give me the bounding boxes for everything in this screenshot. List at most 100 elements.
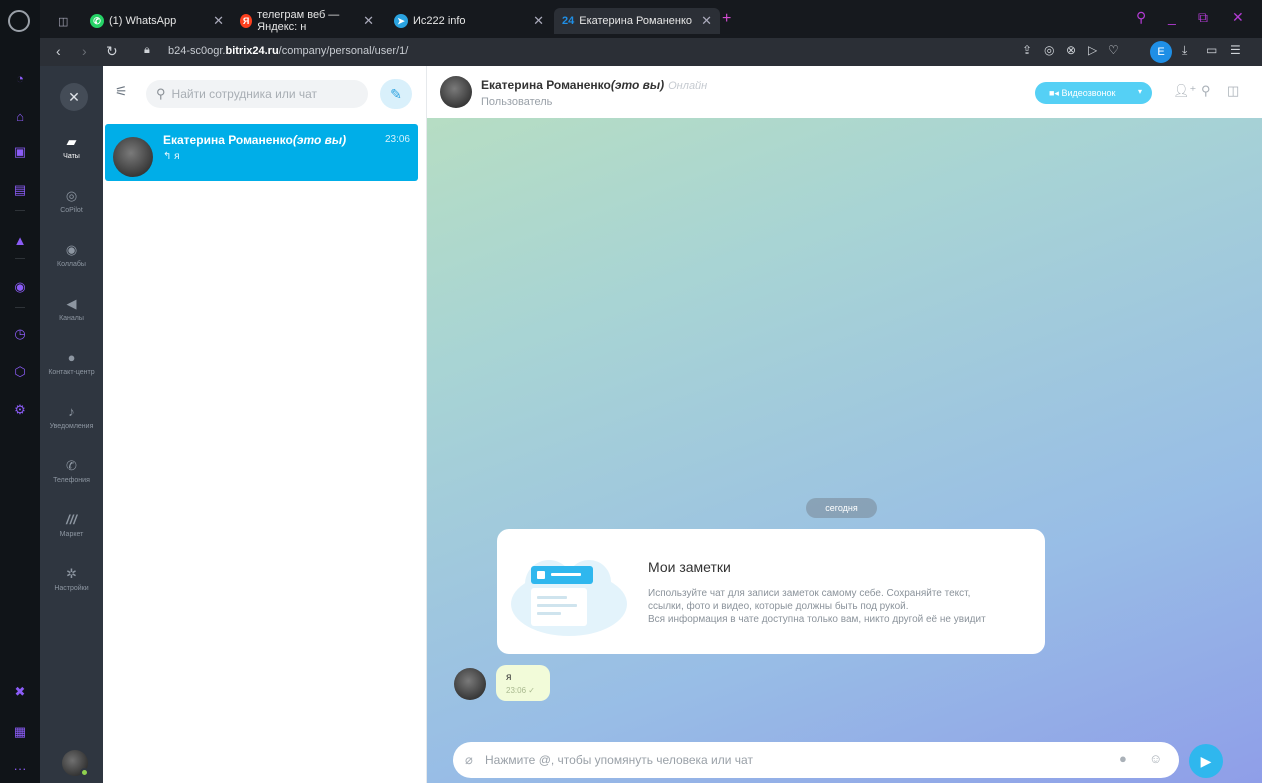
attach-icon[interactable]: ⌀	[465, 752, 473, 768]
close-tab-icon[interactable]: ✕	[213, 13, 224, 29]
send-icon: ▶	[1200, 752, 1212, 769]
tab-yandex[interactable]: Я телеграм веб — Яндекс: н ✕	[232, 8, 382, 34]
nav-item-market[interactable]: /// Маркет	[40, 512, 103, 538]
tab-islands-icon[interactable]: ◫	[50, 8, 78, 34]
emoji-icon[interactable]: ☺	[1149, 751, 1162, 766]
nav-item-channels[interactable]: ◀ Каналы	[40, 296, 103, 322]
market-icon: ///	[66, 512, 77, 527]
chat-time: 23:06	[384, 134, 410, 145]
profile-avatar[interactable]: E	[1150, 41, 1172, 63]
bitrix24-icon: 24	[562, 15, 575, 27]
chevron-down-icon[interactable]: ▾	[1138, 87, 1142, 96]
notes-line: Используйте чат для записи заметок самом…	[648, 588, 971, 599]
more-icon[interactable]: ···	[0, 756, 40, 780]
video-call-button[interactable]: ■◂ Видеозвонок ▾	[1035, 82, 1152, 104]
chat-last-text: я	[174, 151, 180, 162]
aria-icon[interactable]: ◔	[0, 66, 40, 90]
new-tab-icon[interactable]: +	[722, 10, 731, 28]
nav-label: CoPilot	[60, 207, 83, 214]
copilot-icon: ◎	[65, 188, 78, 203]
sticker-icon[interactable]: ●	[1119, 751, 1127, 766]
easy-setup-icon[interactable]: ☰	[1230, 43, 1241, 57]
close-tab-icon[interactable]: ✕	[533, 13, 544, 29]
tab-whatsapp[interactable]: ✆ (1) WhatsApp ✕	[82, 8, 232, 34]
restore-icon[interactable]: ⧉	[1198, 9, 1208, 26]
online-indicator	[80, 768, 89, 777]
nav-item-collabs[interactable]: ◉ Коллабы	[40, 242, 103, 268]
search-tabs-icon[interactable]: ⚲	[1136, 9, 1146, 26]
notes-line: ссылки, фото и видео, которые должны быт…	[648, 601, 909, 612]
chat-last-message: ↰ я	[163, 151, 180, 162]
download-icon[interactable]: ⤓	[1182, 43, 1187, 58]
forward-icon[interactable]: ›	[82, 43, 87, 59]
settings-icon[interactable]: ⚙	[0, 398, 40, 422]
flow-icon[interactable]: ▷	[1088, 43, 1097, 57]
message-input[interactable]	[485, 750, 1085, 770]
divider	[15, 210, 25, 211]
current-user-avatar[interactable]	[62, 750, 89, 777]
phone-icon: ✆	[66, 458, 77, 473]
tab-telegram[interactable]: ➤ Ис222 info ✕	[386, 8, 552, 34]
date-divider: сегодня	[806, 498, 877, 518]
tab-bitrix[interactable]: 24 Екатерина Романенко ✕	[554, 8, 720, 34]
messenger-nav: ✕ ▰ Чаты ◎ CoPilot ◉ Коллабы ◀ Каналы ● …	[40, 66, 103, 783]
workspace-icon[interactable]: ▤	[0, 178, 40, 202]
history-icon[interactable]: ◷	[0, 322, 40, 346]
send-button[interactable]: ▶	[1189, 744, 1223, 778]
bitrix-app: ✕ ▰ Чаты ◎ CoPilot ◉ Коллабы ◀ Каналы ● …	[40, 66, 1262, 783]
search-box[interactable]: ⚲ Найти сотрудника или чат	[146, 80, 368, 108]
search-icon[interactable]: ⚲	[1201, 83, 1211, 99]
reload-icon[interactable]: ↻	[106, 43, 118, 60]
url-domain: bitrix24.ru	[225, 45, 279, 57]
minimize-icon[interactable]: _	[1168, 9, 1176, 25]
add-user-icon[interactable]: 👤︎⁺	[1173, 83, 1196, 99]
nav-item-copilot[interactable]: ◎ CoPilot	[40, 188, 103, 214]
search-input[interactable]: Найти сотрудника или чат	[172, 87, 318, 101]
opera-sidebar: ◔ ⌂ ▣ ▤ ▲ ◉ ◷ ⬡ ⚙ ✖ ▦ ···	[0, 0, 40, 783]
compose-icon: ✎	[390, 85, 402, 102]
screenshot-icon[interactable]: ▦	[0, 720, 40, 744]
divider	[15, 258, 25, 259]
nav-item-telephony[interactable]: ✆ Телефония	[40, 458, 103, 484]
message-time: 23:06	[506, 686, 527, 695]
share-icon[interactable]: ⇪	[1022, 43, 1032, 57]
crypto-wallet-icon[interactable]: ✖	[0, 680, 40, 704]
sidebar-toggle-icon[interactable]: ◫	[1227, 83, 1239, 99]
player-icon[interactable]: ◉	[0, 275, 40, 299]
close-messenger-button[interactable]: ✕	[60, 83, 88, 111]
nav-item-chats[interactable]: ▰ Чаты	[40, 134, 103, 160]
dialog-avatar[interactable]	[440, 76, 472, 108]
url-prefix: b24-sc0ogr.	[168, 45, 226, 57]
extensions-icon[interactable]: ⬡	[0, 360, 40, 384]
bookmark-heart-icon[interactable]: ♡	[1108, 43, 1119, 57]
nav-item-contact-center[interactable]: ● Контакт-центр	[40, 350, 103, 376]
tab-label: (1) WhatsApp	[109, 15, 177, 27]
url-field[interactable]: b24-sc0ogr.bitrix24.ru/company/personal/…	[168, 45, 408, 57]
back-icon[interactable]: ‹	[56, 43, 61, 59]
nav-item-settings[interactable]: ✲ Настройки	[40, 566, 103, 592]
dialog-title[interactable]: Екатерина Романенко(это вы) Онлайн	[481, 78, 707, 92]
chat-name-text: Екатерина Романенко	[163, 133, 293, 147]
snapshot-icon[interactable]: ◎	[1044, 43, 1054, 57]
url-path: /company/personal/user/1/	[278, 45, 409, 57]
close-window-icon[interactable]: ✕	[1232, 9, 1244, 26]
notes-line: Вся информация в чате доступна только ва…	[648, 614, 986, 625]
adblock-icon[interactable]: ⊗	[1066, 43, 1076, 57]
close-tab-icon[interactable]: ✕	[701, 13, 712, 29]
message-avatar[interactable]	[454, 668, 486, 700]
twitch-icon[interactable]: ▣	[0, 140, 40, 164]
chat-list-item[interactable]: Екатерина Романенко(это вы) 23:06 ↰ я	[105, 124, 418, 181]
shopping-icon[interactable]: ⌂	[0, 104, 40, 128]
dialog-title-suffix: (это вы)	[610, 78, 665, 92]
nav-label: Каналы	[59, 315, 84, 322]
filter-icon[interactable]: ⚟	[115, 83, 128, 100]
screen: ◔ ⌂ ▣ ▤ ▲ ◉ ◷ ⬡ ⚙ ✖ ▦ ··· ◫ ✆ (1) WhatsA…	[0, 0, 1262, 783]
nav-label: Контакт-центр	[48, 369, 95, 376]
new-chat-button[interactable]: ✎	[380, 79, 412, 109]
opera-logo-icon[interactable]	[8, 10, 30, 32]
nav-item-notifications[interactable]: ♪ Уведомления	[40, 404, 103, 430]
message-bubble[interactable]: я 23:06 ✓	[496, 665, 550, 701]
battery-icon[interactable]: ▭	[1206, 43, 1217, 57]
close-tab-icon[interactable]: ✕	[363, 13, 374, 29]
aria-ai-icon[interactable]: ▲	[0, 228, 40, 252]
